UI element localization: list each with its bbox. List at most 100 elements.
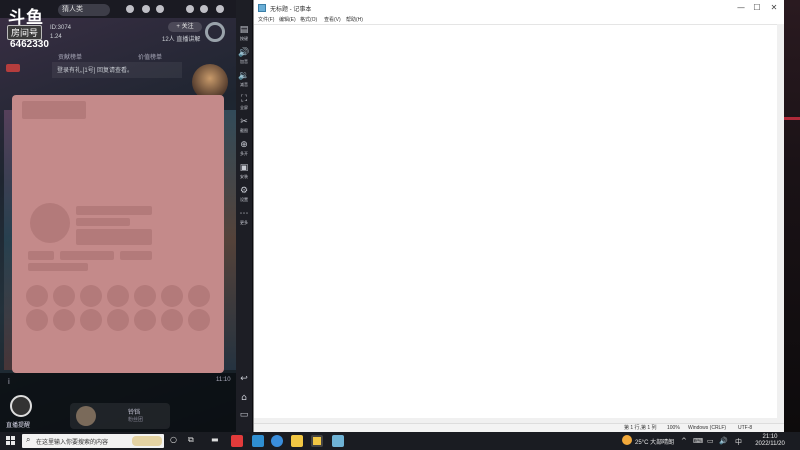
notice-text: 登录有礼,[1号] 回复请查看。 [52,62,182,78]
sidebar-item-multi-instance[interactable]: ⊕ 多开 [236,139,252,161]
skeleton-title [22,101,86,119]
tab-contribution[interactable]: 贡献榜单 [58,52,82,61]
taskbar-search-box[interactable]: ⌕ 在这里输入你要搜索的内容 [22,434,164,448]
text-editor-area[interactable] [254,24,785,418]
weather-sun-icon [622,435,632,445]
keyboard-icon: ▤ [239,25,249,35]
recent-apps-icon[interactable]: ▭ [236,410,252,422]
sidebar-item-label: 全屏 [240,105,248,110]
sidebar-item-volume-up[interactable]: 🔊 加音 [236,47,252,69]
menu-format[interactable]: 格式(O) [300,16,317,24]
skeleton-dot [161,309,183,331]
room-number-badge: 房间号 [7,25,43,40]
weather-text[interactable]: 25°C 大部晴朗 [635,437,674,446]
background-art-right [222,110,236,370]
menu-edit[interactable]: 编辑(E) [279,16,296,24]
browser-icon[interactable] [142,5,150,13]
sidebar-item-volume-down[interactable]: 🔉 减音 [236,70,252,92]
background-window-edge [784,0,800,432]
clock-date: 2022/11/20 [755,441,785,447]
windows-start-icon[interactable] [6,436,16,446]
taskbar-app-edge[interactable] [271,435,283,447]
sidebar-item-label: 按键 [240,36,248,41]
skeleton-chip [28,251,54,260]
skeleton-avatar [30,203,70,243]
skeleton-dot [188,285,210,307]
keyboard-icon[interactable]: ⌨ [693,437,703,445]
skeleton-dot [134,309,156,331]
gear-icon: ⚙ [239,186,249,196]
cortana-icon[interactable]: ○ [170,435,177,444]
background-accent-line [784,117,800,120]
sidebar-item-label: 安装 [240,174,248,179]
vertical-scrollbar[interactable] [777,24,784,418]
taskbar-app-browser[interactable] [252,435,264,447]
reminder-avatar[interactable] [10,395,32,417]
taskbar-app-douyu[interactable] [231,435,243,447]
multi-instance-icon: ⊕ [240,140,248,150]
tray-expand-icon[interactable]: ^ [681,437,687,445]
follow-button[interactable]: + 关注 [168,22,202,32]
sidebar-item-fullscreen[interactable]: ⛶ 全屏 [236,93,252,115]
close-icon[interactable] [216,5,224,13]
fans-count: 12人 直播讲解 [162,37,201,43]
info-icon[interactable]: i [8,377,10,386]
taskbar-app-notepad[interactable] [332,435,344,447]
room-number: 6462330 [10,39,49,50]
fan-group-panel[interactable]: 铃铛 粉丝团 [70,403,170,429]
sidebar-item-screenshot[interactable]: ✂ 截图 [236,116,252,138]
room-sub: 1.24 [50,34,62,40]
volume-up-icon: 🔊 [238,48,250,58]
fan-group-title: 铃铛 [128,410,141,416]
volume-icon[interactable]: 🔊 [719,437,728,445]
install-icon: ▣ [239,163,249,173]
home-icon[interactable]: ⌂ [236,393,252,405]
skeleton-dot [107,309,129,331]
menu-view[interactable]: 查看(V) [324,16,341,24]
placeholder-card [12,95,224,373]
gamepad-icon[interactable] [126,5,134,13]
skeleton-dot [134,285,156,307]
input-method-icon[interactable]: 中 [735,437,742,447]
task-view-icon[interactable]: ⧉ [188,435,194,445]
close-button[interactable]: ✕ [765,2,783,14]
sidebar-item-install[interactable]: ▣ 安装 [236,162,252,184]
sidebar-item-more[interactable]: ⋯ 更多 [236,208,252,230]
back-icon[interactable]: ↩ [236,374,252,386]
sidebar-item-label: 多开 [240,151,248,156]
skeleton-dot [53,285,75,307]
minimize-icon[interactable] [186,5,194,13]
taskbar-app-emulator[interactable] [311,435,323,447]
emulator-sidebar: ▤ 按键 🔊 加音 🔉 减音 ⛶ 全屏 ✂ 截图 ⊕ 多开 ▣ 安装 ⚙ 设置 … [236,0,252,432]
sidebar-item-keymap[interactable]: ▤ 按键 [236,24,252,46]
skeleton-dot [53,309,75,331]
notepad-title-bar[interactable]: 无标题 - 记事本 — ☐ ✕ [254,0,785,16]
file-explorer-icon[interactable]: ▬ [211,435,219,444]
sidebar-item-settings[interactable]: ⚙ 设置 [236,185,252,207]
tab-value[interactable]: 价值榜单 [138,52,162,61]
skeleton-line [76,206,152,215]
desktop-screen: 斗鱼 房间号 6462330 猜人类 ID:3074 1.24 + 关注 12人… [0,0,800,450]
clock-time: 21:10 [762,434,778,440]
fan-group-avatar [76,406,96,426]
skeleton-chip [120,251,152,260]
menu-icon[interactable] [156,5,164,13]
sidebar-item-label: 加音 [240,59,248,64]
maximize-button[interactable]: ☐ [748,2,766,14]
menu-file[interactable]: 文件(F) [258,16,274,24]
reminder-label[interactable]: 直播提醒 [6,420,30,429]
battery-icon[interactable]: ▭ [707,437,714,445]
skeleton-chip [60,251,114,260]
emulator-window[interactable]: 斗鱼 房间号 6462330 猜人类 ID:3074 1.24 + 关注 12人… [0,0,236,432]
category-chip[interactable]: 猜人类 [58,4,110,16]
skeleton-dot [26,285,48,307]
menu-help[interactable]: 帮助(H) [346,16,363,24]
fullscreen-icon: ⛶ [240,94,248,104]
taskbar-clock[interactable]: 21:10 2022/11/20 [750,434,790,448]
volume-down-icon: 🔉 [238,71,250,81]
taskbar-app-wps[interactable] [291,435,303,447]
gear-icon[interactable] [205,22,225,42]
notepad-window[interactable]: 无标题 - 记事本 — ☐ ✕ 文件(F) 编辑(E) 格式(O) 查看(V) … [253,0,785,432]
skeleton-dot [107,285,129,307]
maximize-icon[interactable] [200,5,208,13]
